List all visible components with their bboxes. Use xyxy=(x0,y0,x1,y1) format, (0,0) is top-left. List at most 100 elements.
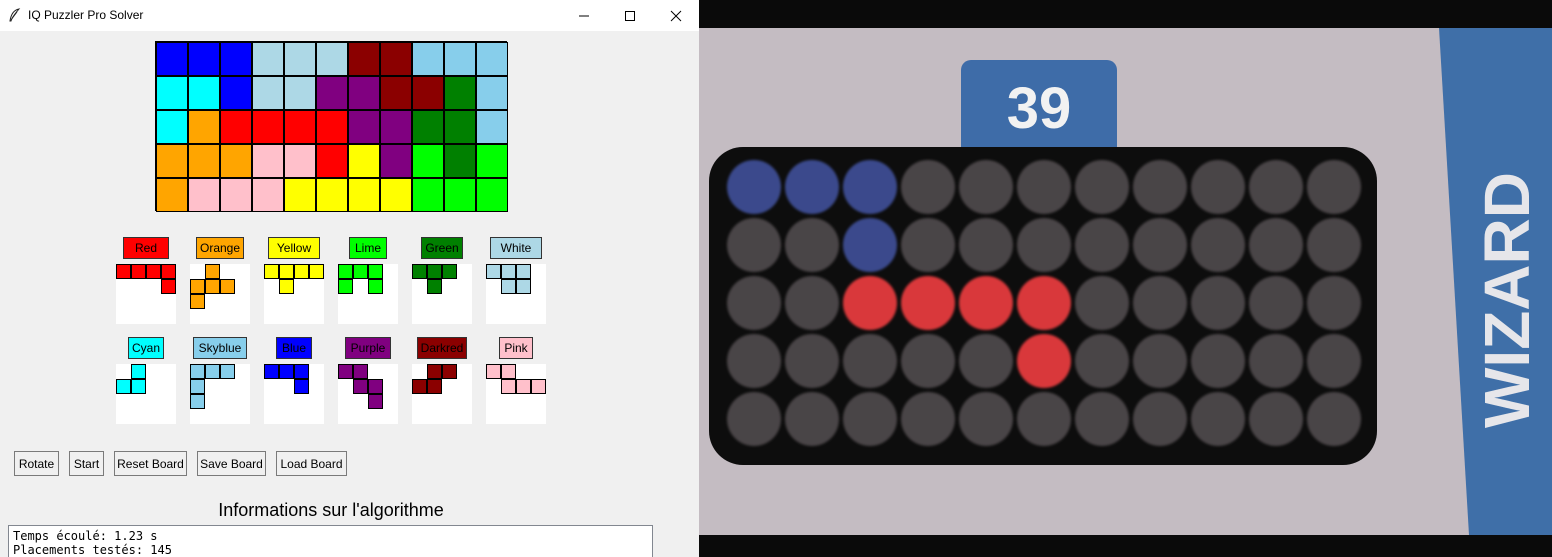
board-cell[interactable] xyxy=(412,110,444,144)
empty-hole xyxy=(1307,334,1361,388)
piece-preview-darkred[interactable] xyxy=(412,364,472,424)
board-cell[interactable] xyxy=(444,42,476,76)
board-cell[interactable] xyxy=(476,144,508,178)
board-cell[interactable] xyxy=(284,76,316,110)
piece-preview-white[interactable] xyxy=(486,264,546,324)
window-title: IQ Puzzler Pro Solver xyxy=(28,8,144,22)
piece-button-purple[interactable]: Purple xyxy=(345,337,391,359)
board-cell[interactable] xyxy=(444,144,476,178)
board-cell[interactable] xyxy=(476,178,508,212)
piece-preview-cyan[interactable] xyxy=(116,364,176,424)
save-board-button[interactable]: Save Board xyxy=(197,451,266,476)
board-cell[interactable] xyxy=(252,144,284,178)
board-cell[interactable] xyxy=(476,76,508,110)
piece-button-yellow[interactable]: Yellow xyxy=(268,237,320,259)
board-cell[interactable] xyxy=(380,76,412,110)
board-cell[interactable] xyxy=(188,42,220,76)
board-cell[interactable] xyxy=(316,144,348,178)
board-cell[interactable] xyxy=(476,110,508,144)
piece-button-red[interactable]: Red xyxy=(123,237,169,259)
board-cell[interactable] xyxy=(284,42,316,76)
board-cell[interactable] xyxy=(220,76,252,110)
piece-cell xyxy=(427,379,442,394)
board-cell[interactable] xyxy=(412,42,444,76)
piece-button-white[interactable]: White xyxy=(490,237,542,259)
board-cell[interactable] xyxy=(188,76,220,110)
board-cell[interactable] xyxy=(348,76,380,110)
board-cell[interactable] xyxy=(220,144,252,178)
board-cell[interactable] xyxy=(220,110,252,144)
piece-preview-purple[interactable] xyxy=(338,364,398,424)
piece-preview-skyblue[interactable] xyxy=(190,364,250,424)
board-cell[interactable] xyxy=(444,76,476,110)
board-cell[interactable] xyxy=(348,144,380,178)
piece-cell xyxy=(501,264,516,279)
board-cell[interactable] xyxy=(412,144,444,178)
board-cell[interactable] xyxy=(380,178,412,212)
board-cell[interactable] xyxy=(220,42,252,76)
board-cell[interactable] xyxy=(252,76,284,110)
start-button[interactable]: Start xyxy=(69,451,104,476)
info-line: Temps écoulé: 1.23 s xyxy=(13,529,158,543)
piece-preview-lime[interactable] xyxy=(338,264,398,324)
piece-preview-yellow[interactable] xyxy=(264,264,324,324)
piece-button-skyblue[interactable]: Skyblue xyxy=(193,337,247,359)
puzzle-board[interactable] xyxy=(155,41,508,212)
board-cell[interactable] xyxy=(412,76,444,110)
board-cell[interactable] xyxy=(284,178,316,212)
piece-cell xyxy=(353,364,368,379)
empty-hole xyxy=(727,392,781,446)
board-cell[interactable] xyxy=(476,42,508,76)
board-cell[interactable] xyxy=(444,110,476,144)
board-cell[interactable] xyxy=(156,42,188,76)
piece-button-cyan[interactable]: Cyan xyxy=(128,337,164,359)
piece-button-orange[interactable]: Orange xyxy=(196,237,244,259)
empty-hole xyxy=(785,218,839,272)
rotate-button[interactable]: Rotate xyxy=(14,451,59,476)
board-cell[interactable] xyxy=(348,110,380,144)
board-cell[interactable] xyxy=(412,178,444,212)
piece-button-blue[interactable]: Blue xyxy=(276,337,312,359)
piece-preview-blue[interactable] xyxy=(264,364,324,424)
piece-preview-green[interactable] xyxy=(412,264,472,324)
piece-button-lime[interactable]: Lime xyxy=(349,237,387,259)
board-cell[interactable] xyxy=(188,110,220,144)
piece-preview-orange[interactable] xyxy=(190,264,250,324)
board-cell[interactable] xyxy=(316,42,348,76)
board-cell[interactable] xyxy=(252,42,284,76)
board-cell[interactable] xyxy=(380,144,412,178)
board-cell[interactable] xyxy=(252,110,284,144)
board-cell[interactable] xyxy=(156,76,188,110)
board-cell[interactable] xyxy=(316,76,348,110)
board-cell[interactable] xyxy=(284,144,316,178)
board-cell[interactable] xyxy=(348,42,380,76)
maximize-button[interactable] xyxy=(607,0,653,31)
close-button[interactable] xyxy=(653,0,699,31)
piece-preview-red[interactable] xyxy=(116,264,176,324)
reset-board-button[interactable]: Reset Board xyxy=(114,451,187,476)
board-cell[interactable] xyxy=(444,178,476,212)
close-icon xyxy=(670,10,682,21)
title-bar[interactable]: IQ Puzzler Pro Solver xyxy=(0,0,699,31)
board-cell[interactable] xyxy=(156,110,188,144)
board-cell[interactable] xyxy=(348,178,380,212)
piece-preview-pink[interactable] xyxy=(486,364,546,424)
piece-button-darkred[interactable]: Darkred xyxy=(417,337,467,359)
board-cell[interactable] xyxy=(188,178,220,212)
board-cell[interactable] xyxy=(188,144,220,178)
board-cell[interactable] xyxy=(380,42,412,76)
board-cell[interactable] xyxy=(284,110,316,144)
info-textbox[interactable]: Temps écoulé: 1.23 s Placements testés: … xyxy=(8,525,653,557)
board-cell[interactable] xyxy=(316,178,348,212)
board-cell[interactable] xyxy=(316,110,348,144)
piece-button-pink[interactable]: Pink xyxy=(499,337,533,359)
piece-button-green[interactable]: Green xyxy=(421,237,463,259)
board-cell[interactable] xyxy=(156,178,188,212)
board-cell[interactable] xyxy=(220,178,252,212)
board-cell[interactable] xyxy=(380,110,412,144)
piece-cell xyxy=(220,279,235,294)
board-cell[interactable] xyxy=(252,178,284,212)
load-board-button[interactable]: Load Board xyxy=(276,451,347,476)
minimize-button[interactable] xyxy=(561,0,607,31)
board-cell[interactable] xyxy=(156,144,188,178)
